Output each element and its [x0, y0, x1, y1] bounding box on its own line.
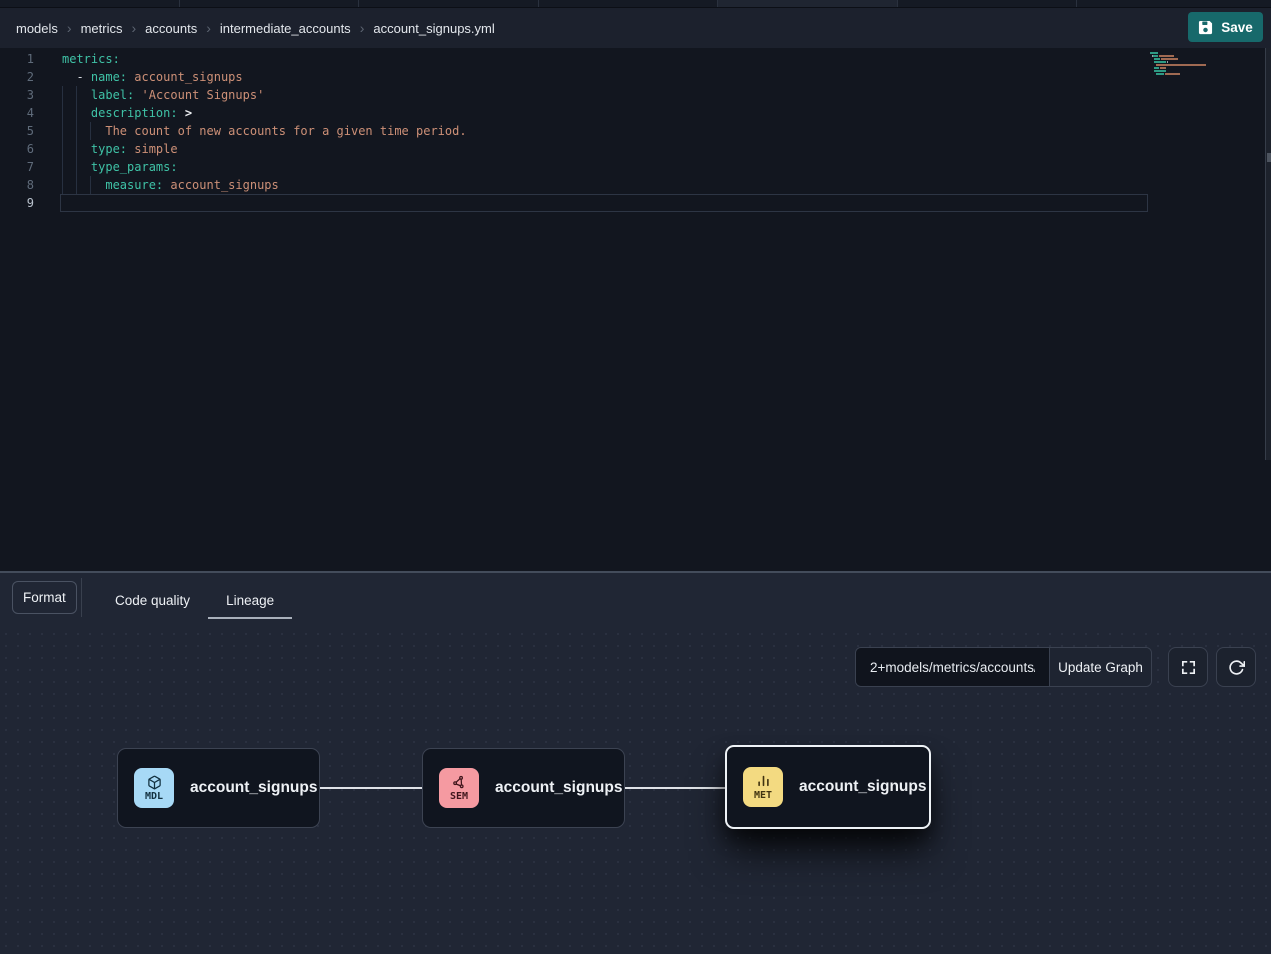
code-line[interactable]	[62, 194, 467, 212]
code-line[interactable]: label: 'Account Signups'	[62, 86, 467, 104]
line-number: 2	[0, 68, 34, 86]
top-file-tab[interactable]	[898, 0, 1078, 7]
breadcrumb-item[interactable]: account_signups.yml	[373, 21, 494, 36]
code-line[interactable]: type_params:	[62, 158, 467, 176]
breadcrumb-separator-icon: ›	[131, 20, 136, 36]
code-line[interactable]: description: >	[62, 104, 467, 122]
line-number: 6	[0, 140, 34, 158]
lineage-filter-input[interactable]	[856, 648, 1049, 686]
code-line[interactable]: metrics:	[62, 50, 467, 68]
metric-badge: MET	[743, 767, 783, 807]
model-badge: MDL	[134, 768, 174, 808]
refresh-icon	[1228, 659, 1245, 676]
line-number: 7	[0, 158, 34, 176]
top-file-tab[interactable]	[180, 0, 360, 7]
node-label: account_signups	[799, 778, 926, 796]
scrollbar-thumb[interactable]	[1267, 153, 1271, 162]
lineage-node-model[interactable]: MDL account_signups	[117, 748, 320, 828]
code-lines[interactable]: metrics: - name: account_signups label: …	[62, 50, 467, 212]
top-file-tab[interactable]	[718, 0, 898, 7]
panel-divider	[81, 578, 82, 617]
node-label: account_signups	[190, 779, 317, 797]
lineage-node-metric[interactable]: MET account_signups	[725, 745, 931, 829]
save-button[interactable]: Save	[1188, 12, 1263, 42]
line-number: 9	[0, 194, 34, 212]
metric-bar-chart-icon	[756, 774, 771, 789]
breadcrumb-item[interactable]: metrics	[81, 21, 123, 36]
top-file-tab[interactable]	[539, 0, 719, 7]
breadcrumb-separator-icon: ›	[206, 20, 211, 36]
code-line[interactable]: measure: account_signups	[62, 176, 467, 194]
minimap-line	[1150, 76, 1214, 79]
breadcrumb: models › metrics › accounts › intermediate_acc…	[16, 20, 495, 36]
lineage-filter-group: Update Graph	[855, 647, 1152, 687]
editor-scrollbar[interactable]	[1265, 48, 1271, 460]
fullscreen-button[interactable]	[1168, 647, 1208, 687]
semantic-model-icon	[452, 775, 467, 790]
code-line[interactable]: - name: account_signups	[62, 68, 467, 86]
line-number: 1	[0, 50, 34, 68]
bottom-panel: Format Code quality Lineage Update Graph…	[0, 571, 1271, 954]
minimap[interactable]	[1150, 52, 1214, 79]
line-number: 5	[0, 122, 34, 140]
model-icon	[147, 775, 162, 790]
top-file-tab[interactable]	[1077, 0, 1271, 7]
save-button-label: Save	[1221, 20, 1253, 35]
panel-tabs: Code quality Lineage	[97, 581, 292, 619]
semantic-model-badge-label: SEM	[450, 791, 468, 802]
model-badge-label: MDL	[145, 791, 163, 802]
top-file-tab[interactable]	[359, 0, 539, 7]
top-tab-strip	[0, 0, 1271, 8]
breadcrumb-item[interactable]: accounts	[145, 21, 197, 36]
line-number: 3	[0, 86, 34, 104]
save-icon	[1198, 20, 1213, 35]
lineage-edge	[625, 787, 725, 789]
tab-code-quality[interactable]: Code quality	[97, 581, 208, 619]
update-graph-button[interactable]: Update Graph	[1049, 648, 1151, 686]
format-button[interactable]: Format	[12, 581, 77, 614]
metric-badge-label: MET	[754, 790, 772, 801]
breadcrumb-item[interactable]: intermediate_accounts	[220, 21, 351, 36]
breadcrumb-separator-icon: ›	[67, 20, 72, 36]
gutter: 123456789	[0, 50, 34, 212]
line-number: 8	[0, 176, 34, 194]
node-label: account_signups	[495, 779, 622, 797]
refresh-button[interactable]	[1216, 647, 1256, 687]
code-editor[interactable]: 123456789 metrics: - name: account_signu…	[0, 48, 1271, 571]
lineage-edge	[320, 787, 422, 789]
code-line[interactable]: type: simple	[62, 140, 467, 158]
lineage-node-semantic-model[interactable]: SEM account_signups	[422, 748, 625, 828]
line-number: 4	[0, 104, 34, 122]
top-file-tab[interactable]	[0, 0, 180, 7]
breadcrumb-separator-icon: ›	[360, 20, 365, 36]
tab-lineage[interactable]: Lineage	[208, 581, 292, 619]
semantic-model-badge: SEM	[439, 768, 479, 808]
fullscreen-icon	[1180, 659, 1197, 676]
breadcrumb-item[interactable]: models	[16, 21, 58, 36]
breadcrumb-bar: models › metrics › accounts › intermediate_acc…	[0, 8, 1271, 48]
code-line[interactable]: The count of new accounts for a given ti…	[62, 122, 467, 140]
